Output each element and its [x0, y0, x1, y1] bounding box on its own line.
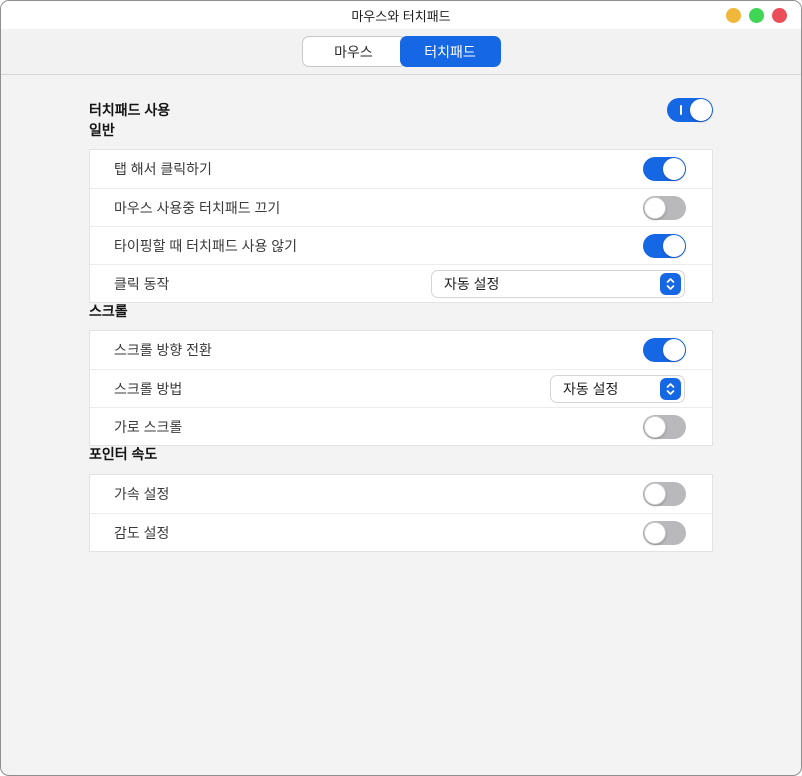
toggle-knob — [663, 339, 685, 361]
row-label: 스크롤 방향 전환 — [114, 340, 212, 360]
tab-bar: 마우스 터치패드 — [1, 29, 801, 75]
row-label: 가속 설정 — [114, 484, 169, 504]
touchpad-enable-row: 터치패드 사용 — [89, 98, 713, 122]
row-disable-while-typing: 타이핑할 때 터치패드 사용 않기 — [90, 226, 712, 264]
scroll-card: 스크롤 방향 전환 스크롤 방법 자동 설정 — [89, 330, 713, 446]
maximize-button[interactable] — [749, 8, 764, 23]
toggle-knob — [663, 235, 685, 257]
toggle-knob — [644, 416, 666, 438]
minimize-button[interactable] — [726, 8, 741, 23]
row-label: 감도 설정 — [114, 523, 169, 543]
row-disable-while-mouse: 마우스 사용중 터치패드 끄기 — [90, 188, 712, 226]
close-button[interactable] — [772, 8, 787, 23]
general-card: 탭 해서 클릭하기 마우스 사용중 터치패드 끄기 타이핑할 때 터치패드 사용… — [89, 149, 713, 303]
row-label: 마우스 사용중 터치패드 끄기 — [114, 198, 280, 218]
horizontal-scroll-toggle[interactable] — [643, 415, 686, 439]
reverse-scroll-toggle[interactable] — [643, 338, 686, 362]
settings-window: 마우스와 터치패드 마우스 터치패드 터치패드 사용 일반 탭 해 — [0, 0, 802, 776]
scroll-method-select[interactable]: 자동 설정 — [550, 375, 685, 403]
section-heading-general: 일반 — [89, 122, 713, 138]
row-label: 타이핑할 때 터치패드 사용 않기 — [114, 236, 297, 256]
toggle-knob — [663, 158, 685, 180]
pointer-speed-card: 가속 설정 감도 설정 — [89, 474, 713, 552]
tab-mouse-label: 마우스 — [334, 42, 373, 62]
row-horizontal-scroll: 가로 스크롤 — [90, 407, 712, 445]
toggle-knob — [644, 197, 666, 219]
click-action-select[interactable]: 자동 설정 — [431, 270, 685, 298]
row-label: 탭 해서 클릭하기 — [114, 159, 212, 179]
row-sensitivity: 감도 설정 — [90, 513, 712, 551]
tab-touchpad[interactable]: 터치패드 — [400, 36, 501, 67]
row-reverse-scroll: 스크롤 방향 전환 — [90, 331, 712, 369]
row-label: 스크롤 방법 — [114, 379, 182, 399]
row-label: 가로 스크롤 — [114, 417, 182, 437]
click-action-value: 자동 설정 — [444, 274, 499, 294]
row-acceleration: 가속 설정 — [90, 475, 712, 513]
tap-to-click-toggle[interactable] — [643, 157, 686, 181]
window-title: 마우스와 터치패드 — [351, 6, 450, 25]
row-label: 클릭 동작 — [114, 274, 169, 294]
tab-mouse[interactable]: 마우스 — [302, 36, 406, 67]
acceleration-toggle[interactable] — [643, 482, 686, 506]
touchpad-enable-toggle[interactable] — [667, 98, 713, 122]
scroll-method-value: 자동 설정 — [563, 379, 618, 399]
disable-while-typing-toggle[interactable] — [643, 234, 686, 258]
sensitivity-toggle[interactable] — [643, 521, 686, 545]
row-scroll-method: 스크롤 방법 자동 설정 — [90, 369, 712, 407]
chevron-up-down-icon — [660, 378, 681, 400]
window-controls — [726, 8, 787, 23]
row-tap-to-click: 탭 해서 클릭하기 — [90, 150, 712, 188]
disable-while-mouse-toggle[interactable] — [643, 196, 686, 220]
tab-touchpad-label: 터치패드 — [424, 42, 476, 62]
touchpad-enable-label: 터치패드 사용 — [89, 100, 170, 120]
title-bar: 마우스와 터치패드 — [1, 1, 801, 29]
section-heading-scroll: 스크롤 — [89, 303, 713, 319]
toggle-knob — [690, 99, 712, 121]
section-heading-pointer-speed: 포인터 속도 — [89, 446, 713, 462]
row-click-action: 클릭 동작 자동 설정 — [90, 264, 712, 302]
toggle-on-tick-icon — [680, 105, 682, 115]
toggle-knob — [644, 522, 666, 544]
settings-content: 터치패드 사용 일반 탭 해서 클릭하기 마우스 사용중 터치패드 끄기 — [1, 98, 801, 552]
toggle-knob — [644, 483, 666, 505]
chevron-up-down-icon — [660, 273, 681, 295]
